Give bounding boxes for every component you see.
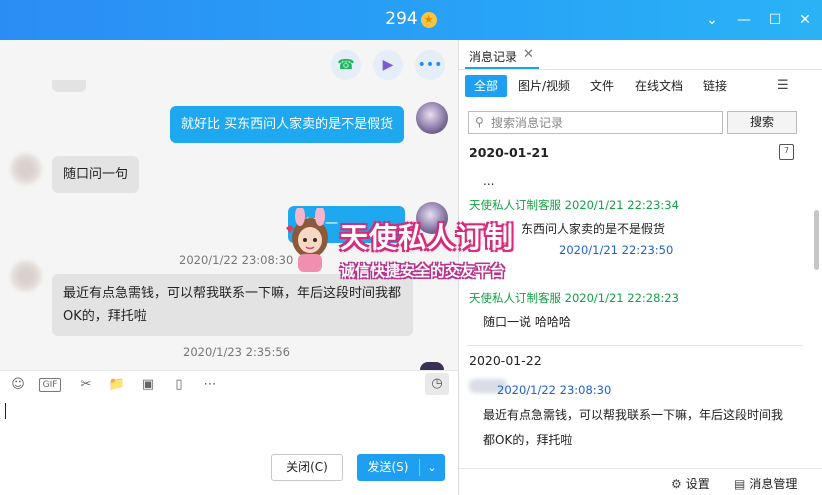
history-message: ...	[483, 174, 495, 188]
gear-icon: ⚙	[671, 477, 682, 491]
emoji-icon[interactable]: ☺	[9, 376, 27, 394]
history-date: 2020-01-21	[469, 145, 549, 160]
contact-name: 294	[385, 9, 418, 29]
sender-name: 天使私人订制客服	[469, 291, 561, 305]
send-options-chevron-icon[interactable]: ⌄	[423, 454, 441, 481]
my-avatar[interactable]	[416, 102, 448, 134]
send-button[interactable]: 发送(S) ⌄	[357, 454, 445, 481]
message-line: OK的，拜托啦	[63, 309, 147, 324]
maximize-button[interactable]: ☐	[766, 11, 784, 29]
previous-bubble-fragment	[52, 80, 86, 92]
filter-images-videos[interactable]: 图片/视频	[518, 75, 570, 97]
settings-button[interactable]: ⚙ 设置	[671, 475, 710, 492]
gif-icon[interactable]: GIF	[39, 378, 61, 392]
message-input[interactable]	[0, 398, 458, 450]
screenshot-scissors-icon[interactable]: ✂	[77, 376, 95, 394]
close-button[interactable]: 关闭(C)	[271, 454, 343, 481]
contact-avatar[interactable]	[10, 153, 42, 185]
message-timestamp: 2020/1/23 2:35:56	[183, 345, 290, 359]
history-scrollbar[interactable]	[814, 210, 819, 270]
my-avatar	[420, 362, 444, 370]
message-bubble-sent[interactable]: 就好比 买东西问人家卖的是不是假货	[170, 106, 405, 143]
minimize-button[interactable]: —	[735, 11, 753, 29]
message-time: 2020/1/21 22:23:50	[559, 243, 674, 257]
window-title: 294 ★	[0, 9, 822, 29]
filter-all[interactable]: 全部	[465, 75, 508, 97]
tab-message-history[interactable]: 消息记录	[469, 48, 517, 65]
message-bubble-received[interactable]: 随口问一句	[52, 156, 140, 193]
calendar-icon[interactable]: 7	[779, 144, 794, 160]
mascot-girl-icon	[286, 208, 328, 272]
text-caret	[5, 403, 6, 419]
composer-toolbar: ☺ GIF ✂ 📁 ▣ ▯ ⋯	[0, 370, 458, 398]
voice-call-icon[interactable]: ☎	[331, 50, 361, 80]
more-tools-icon[interactable]: ⋯	[201, 376, 219, 394]
history-message: 都OK的，拜托啦	[483, 433, 573, 447]
history-date: 2020-01-22	[469, 353, 542, 368]
send-label: 发送(S)	[367, 460, 409, 474]
message-time: 2020/1/22 23:08:30	[497, 383, 612, 397]
search-button[interactable]: 搜索	[727, 111, 797, 134]
history-search-input[interactable]	[491, 114, 716, 131]
filter-files[interactable]: 文件	[590, 75, 614, 97]
history-message: 随口一说 哈哈哈	[483, 315, 571, 329]
image-icon[interactable]: ▣	[139, 376, 157, 394]
history-footer: ⚙ 设置 ▤ 消息管理	[459, 468, 822, 495]
watermark-subtitle: 诚信快捷安全的交友平台	[340, 262, 506, 280]
star-icon: ★	[420, 12, 437, 28]
message-timestamp: 2020/1/22 23:08:30	[179, 253, 294, 267]
collapse-icon[interactable]: ⌄	[703, 11, 721, 29]
video-call-icon[interactable]: ▶	[373, 50, 403, 80]
tab-divider	[459, 69, 822, 70]
filter-links[interactable]: 链接	[703, 75, 727, 97]
more-options-icon[interactable]: •••	[415, 50, 445, 80]
settings-label: 设置	[685, 477, 710, 491]
message-manager-label: 消息管理	[749, 477, 798, 491]
folder-icon[interactable]: 📁	[108, 376, 126, 394]
message-time: 2020/1/21 22:28:23	[564, 291, 679, 305]
title-bar: 294 ★ ⌄ — ☐ ✕	[0, 0, 822, 40]
contact-avatar[interactable]	[10, 260, 42, 292]
watermark: 天使私人订制 诚信快捷安全的交友平台	[280, 198, 550, 288]
search-icon: ⚲	[475, 115, 484, 129]
watermark-title: 天使私人订制	[340, 221, 515, 254]
shake-icon[interactable]: ▯	[170, 376, 188, 394]
history-sender: 天使私人订制客服 2020/1/21 22:28:23	[469, 290, 679, 306]
history-separator	[467, 345, 802, 346]
message-manager-button[interactable]: ▤ 消息管理	[734, 475, 797, 492]
filter-settings-icon[interactable]: ☰	[777, 78, 789, 93]
message-time: 2020/1/21 22:23:34	[564, 198, 679, 212]
history-message: 最近有点急需钱，可以帮我联系一下嘛，年后这段时间我	[483, 408, 784, 422]
history-clock-icon[interactable]: ◷	[425, 373, 449, 395]
history-search-box: ⚲	[468, 111, 723, 134]
close-window-button[interactable]: ✕	[796, 11, 814, 29]
send-divider	[419, 459, 420, 476]
filter-online-docs[interactable]: 在线文档	[635, 75, 683, 97]
message-manager-icon: ▤	[734, 477, 746, 491]
close-tab-icon[interactable]: ✕	[523, 47, 534, 62]
